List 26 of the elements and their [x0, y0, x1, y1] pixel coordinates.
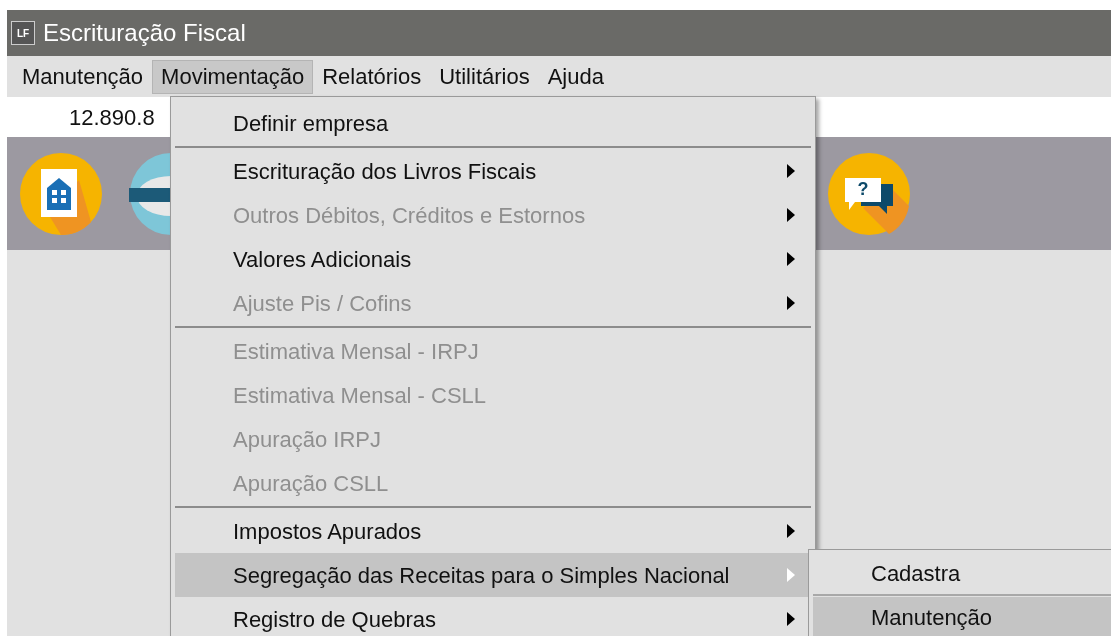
menu-item[interactable]: Definir empresa	[175, 101, 811, 145]
menu-item[interactable]: Escrituração dos Livros Fiscais	[175, 149, 811, 193]
window-title: Escrituração Fiscal	[43, 18, 246, 48]
submenu-arrow-icon	[787, 252, 795, 266]
menu-bar-item[interactable]: Relatórios	[313, 59, 431, 94]
menu-item[interactable]: Impostos Apurados	[175, 509, 811, 553]
menu-bar-item[interactable]: Ajuda	[538, 59, 613, 94]
submenu-arrow-icon	[787, 612, 795, 626]
menu-item[interactable]: Manutenção	[813, 597, 1111, 636]
menu-bar-item[interactable]: Manutenção	[13, 59, 153, 94]
menu-item[interactable]: Segregação das Receitas para o Simples Nacional	[175, 553, 811, 597]
app-logo: LF	[11, 21, 35, 45]
company-field: 12.890.8	[69, 100, 155, 134]
menu-bar-item[interactable]: Utilitários	[430, 59, 539, 94]
help-chat-icon[interactable]: ?	[827, 151, 911, 236]
submenu-arrow-icon	[787, 164, 795, 178]
submenu-arrow-icon	[787, 208, 795, 222]
menu-item[interactable]: Cadastra	[813, 553, 1111, 593]
menu-item[interactable]: Registro de Quebras	[175, 597, 811, 636]
submenu-arrow-icon	[787, 524, 795, 538]
menu-bar-item[interactable]: Movimentação	[152, 59, 314, 94]
building-icon[interactable]	[19, 151, 103, 236]
menu-item[interactable]: Valores Adicionais	[175, 237, 811, 281]
submenu-arrow-icon	[787, 296, 795, 310]
submenu-arrow-icon	[787, 568, 795, 582]
question-mark: ?	[857, 178, 869, 199]
